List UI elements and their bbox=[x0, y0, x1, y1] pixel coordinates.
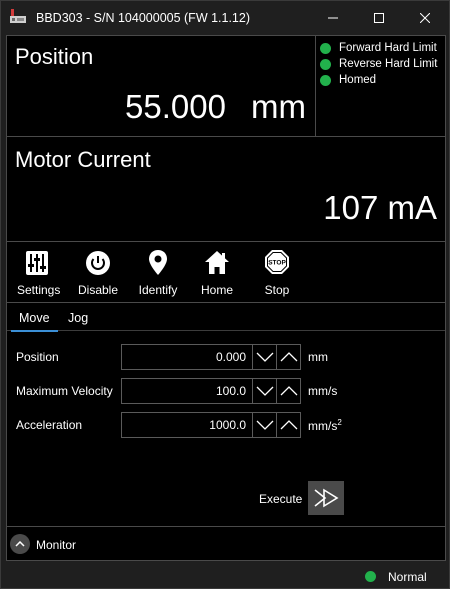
identify-label: Identify bbox=[138, 283, 178, 297]
monitor-bar: Monitor bbox=[6, 526, 446, 561]
chevron-down-icon bbox=[256, 352, 273, 362]
position-unit: mm bbox=[251, 88, 306, 125]
acceleration-unit-exponent: 2 bbox=[337, 418, 342, 427]
position-value: 55.000 bbox=[125, 88, 226, 125]
map-pin-icon bbox=[149, 250, 167, 275]
acceleration-label: Acceleration bbox=[16, 418, 83, 432]
velocity-increment-button[interactable] bbox=[276, 378, 301, 404]
chevron-up-icon bbox=[280, 386, 297, 396]
status-text: Normal bbox=[388, 570, 427, 584]
minimize-button[interactable] bbox=[310, 1, 356, 34]
home-icon bbox=[205, 251, 229, 274]
motor-current-value: 107 mA bbox=[323, 189, 437, 226]
move-position-unit: mm bbox=[308, 350, 328, 364]
tab-move[interactable]: Move bbox=[11, 311, 58, 332]
stop-button[interactable]: STOP Stop bbox=[259, 248, 295, 297]
status-led-icon bbox=[320, 74, 331, 86]
position-panel: Position 55.000 mm Forward Hard Limit Re… bbox=[6, 35, 446, 137]
home-button[interactable]: Home bbox=[197, 248, 237, 297]
execute-label: Execute bbox=[259, 492, 303, 506]
homed-indicator: Homed bbox=[320, 72, 437, 88]
monitor-label[interactable]: Monitor bbox=[36, 538, 76, 552]
close-button[interactable] bbox=[402, 1, 448, 34]
limit-label: Homed bbox=[339, 74, 377, 86]
app-window: BBD303 - S/N 104000005 (FW 1.1.12) Posit… bbox=[0, 0, 450, 589]
maximize-icon bbox=[374, 12, 384, 23]
limit-label: Forward Hard Limit bbox=[339, 42, 437, 54]
move-jog-panel: Move Jog Position 0.000 mm Maximum Veloc… bbox=[6, 303, 446, 526]
tab-strip: Move Jog bbox=[7, 303, 445, 332]
close-icon bbox=[420, 12, 430, 23]
tab-jog[interactable]: Jog bbox=[68, 311, 88, 325]
app-logo-icon bbox=[10, 9, 26, 23]
position-row: Position 0.000 mm bbox=[7, 344, 445, 370]
title-bar[interactable]: BBD303 - S/N 104000005 (FW 1.1.12) bbox=[1, 1, 449, 34]
acceleration-increment-button[interactable] bbox=[276, 412, 301, 438]
velocity-decrement-button[interactable] bbox=[252, 378, 277, 404]
settings-label: Settings bbox=[17, 283, 61, 297]
monitor-expand-button[interactable] bbox=[10, 534, 30, 554]
limit-indicators: Forward Hard Limit Reverse Hard Limit Ho… bbox=[320, 40, 437, 88]
reverse-hard-limit-indicator: Reverse Hard Limit bbox=[320, 56, 437, 72]
status-led-icon bbox=[320, 42, 331, 54]
position-label: Position bbox=[15, 44, 94, 69]
max-velocity-row: Maximum Velocity 100.0 mm/s bbox=[7, 378, 445, 404]
stop-sign-text: STOP bbox=[268, 260, 286, 267]
position-increment-button[interactable] bbox=[276, 344, 301, 370]
move-position-input[interactable]: 0.000 bbox=[121, 344, 253, 370]
disable-label: Disable bbox=[77, 283, 119, 297]
double-chevron-right-icon bbox=[314, 488, 339, 508]
settings-button[interactable]: Settings bbox=[17, 248, 61, 297]
maximize-button[interactable] bbox=[356, 1, 402, 34]
chevron-up-icon bbox=[15, 541, 25, 547]
motor-current-panel: Motor Current 107 mA bbox=[6, 137, 446, 242]
sliders-icon bbox=[26, 251, 48, 275]
status-bar: Normal bbox=[1, 562, 449, 589]
status-led-icon bbox=[320, 58, 331, 70]
chevron-down-icon bbox=[256, 420, 273, 430]
limit-label: Reverse Hard Limit bbox=[339, 58, 438, 70]
move-position-label: Position bbox=[16, 350, 59, 364]
minimize-icon bbox=[328, 17, 338, 18]
chevron-up-icon bbox=[280, 420, 297, 430]
max-velocity-input[interactable]: 100.0 bbox=[121, 378, 253, 404]
acceleration-input[interactable]: 1000.0 bbox=[121, 412, 253, 438]
disable-button[interactable]: Disable bbox=[76, 248, 120, 297]
acceleration-row: Acceleration 1000.0 mm/s2 bbox=[7, 412, 445, 438]
identify-button[interactable]: Identify bbox=[135, 248, 181, 297]
forward-hard-limit-indicator: Forward Hard Limit bbox=[320, 40, 437, 56]
window-title: BBD303 - S/N 104000005 (FW 1.1.12) bbox=[36, 11, 251, 25]
motor-current-label: Motor Current bbox=[15, 147, 151, 172]
toolbar: Settings Disable Identify Home STOP Stop bbox=[6, 242, 446, 303]
execute-button[interactable] bbox=[308, 481, 344, 515]
acceleration-unit: mm/s2 bbox=[308, 418, 342, 433]
chevron-up-icon bbox=[280, 352, 297, 362]
position-decrement-button[interactable] bbox=[252, 344, 277, 370]
stop-label: Stop bbox=[264, 283, 290, 297]
position-readout: Position 55.000 mm bbox=[7, 36, 316, 136]
acceleration-unit-base: mm/s bbox=[308, 419, 338, 433]
power-icon bbox=[86, 251, 110, 275]
acceleration-decrement-button[interactable] bbox=[252, 412, 277, 438]
max-velocity-label: Maximum Velocity bbox=[16, 384, 113, 398]
stop-sign-icon: STOP bbox=[265, 250, 289, 274]
max-velocity-unit: mm/s bbox=[308, 384, 338, 398]
home-label: Home bbox=[200, 283, 233, 297]
chevron-down-icon bbox=[256, 386, 273, 396]
status-led-icon bbox=[365, 571, 376, 582]
